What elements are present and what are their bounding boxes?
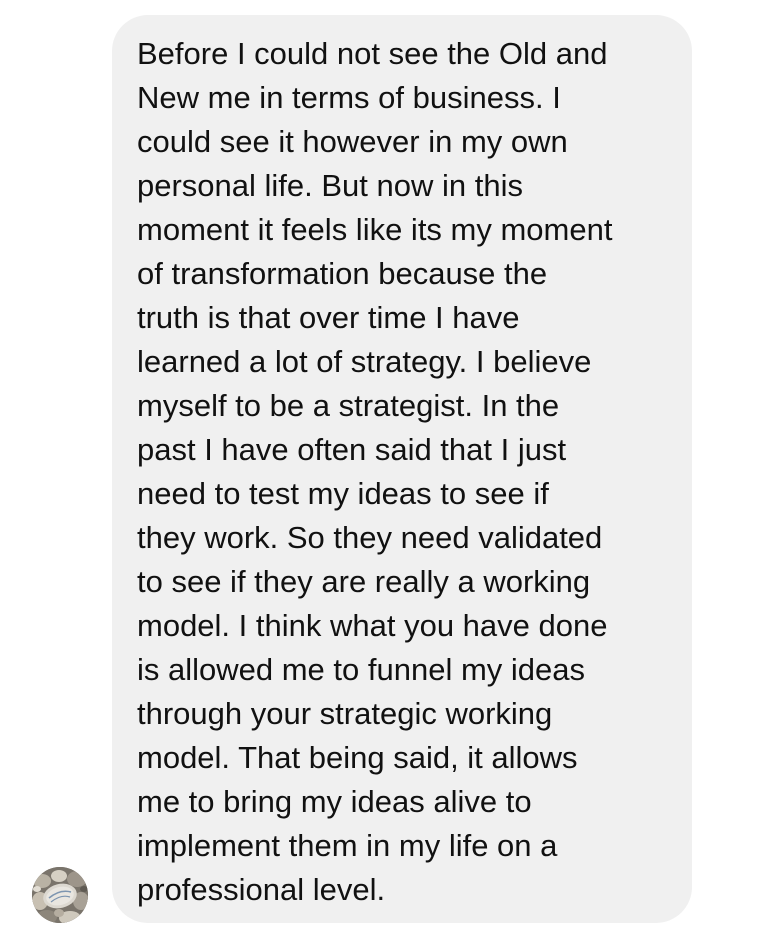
message-text: Before I could not see the Old and New m… [137, 32, 668, 912]
message-line: personal life. But now in this [137, 168, 523, 203]
message-line: could see it however in my own [137, 124, 568, 159]
message-line: Before I could not see the Old and [137, 36, 608, 71]
message-line: myself to be a strategist. In the [137, 388, 560, 423]
message-line: past I have often said that I just [137, 432, 567, 467]
message-line: to see if they are really a working [137, 564, 591, 599]
message-line: implement them in my life on a [137, 828, 558, 863]
message-line: is allowed me to funnel my ideas [137, 652, 586, 687]
message-line: need to test my ideas to see if [137, 476, 549, 511]
message-line: of transformation because the [137, 256, 548, 291]
message-line: learned a lot of strategy. I believe [137, 344, 592, 379]
message-line: professional level. [137, 872, 386, 907]
message-line: model. I think what you have done [137, 608, 608, 643]
message-line: moment it feels like its my moment [137, 212, 613, 247]
message-line: me to bring my ideas alive to [137, 784, 532, 819]
message-line: New me in terms of business. I [137, 80, 561, 115]
message-line: through your strategic working [137, 696, 553, 731]
message-line: truth is that over time I have [137, 300, 520, 335]
message-line: model. That being said, it allows [137, 740, 578, 775]
chat-thread: Before I could not see the Old and New m… [0, 0, 772, 947]
sender-avatar[interactable] [32, 867, 88, 923]
stone-pebbles-avatar-icon [32, 867, 88, 923]
message-line: they work. So they need validated [137, 520, 603, 555]
message-bubble[interactable]: Before I could not see the Old and New m… [112, 15, 692, 923]
